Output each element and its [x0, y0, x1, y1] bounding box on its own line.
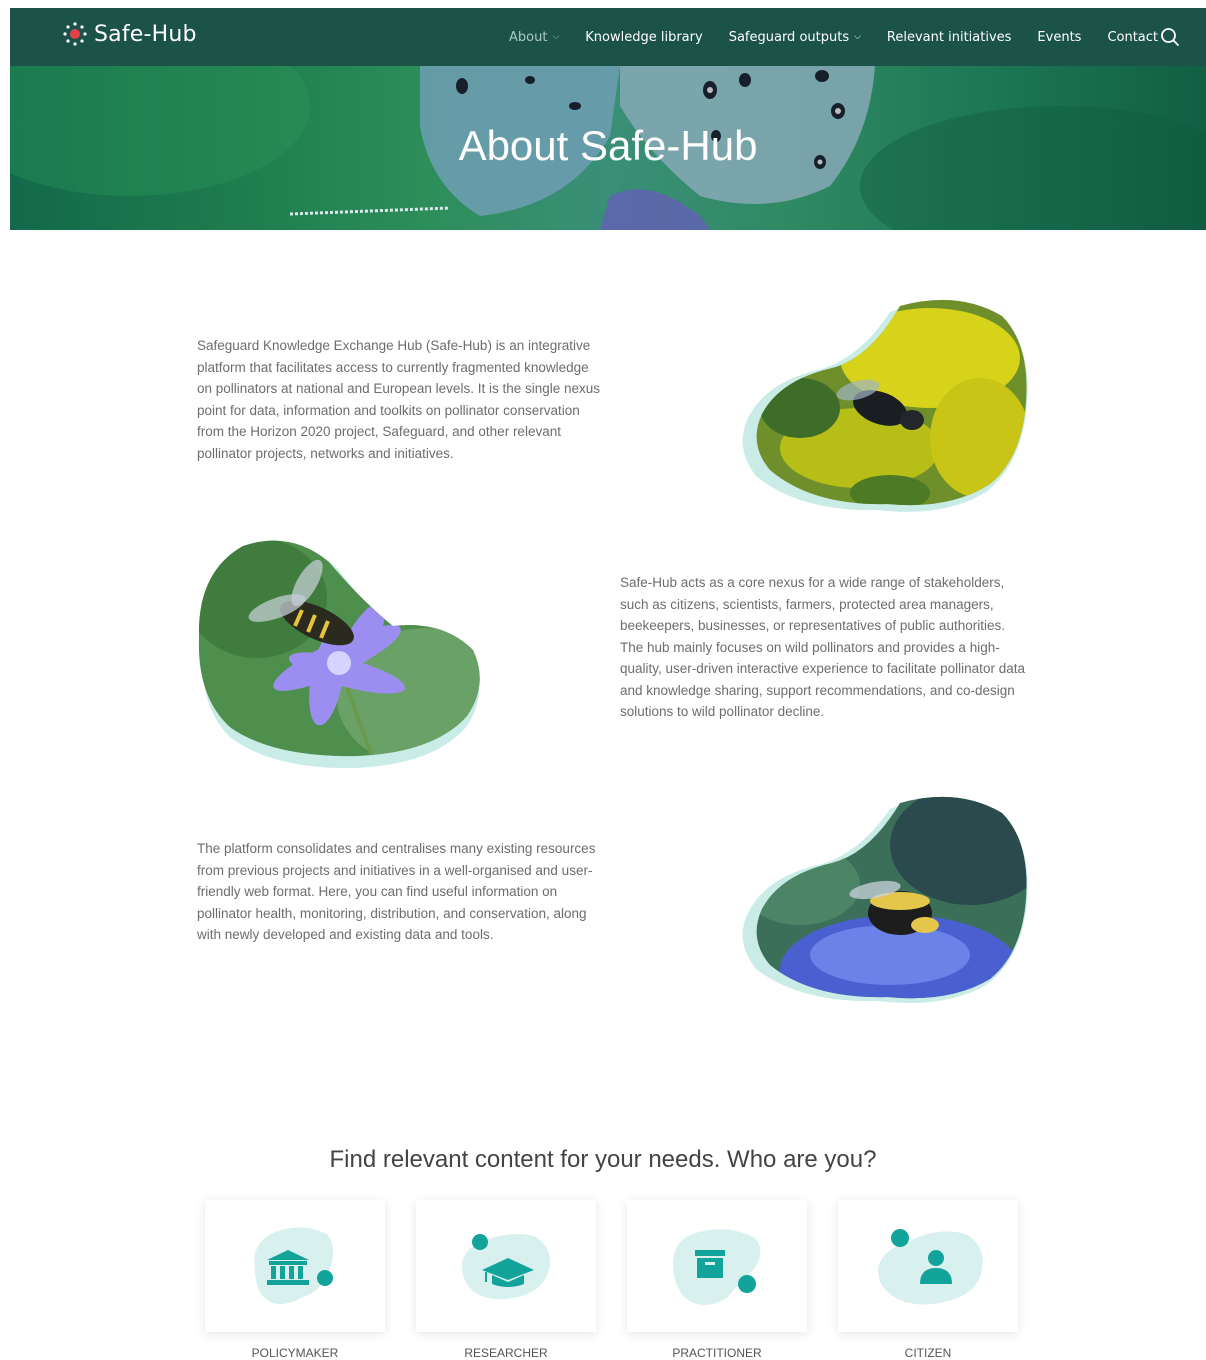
bee-on-yellow-flower-image: [742, 299, 1028, 512]
nav-label: Events: [1037, 29, 1082, 45]
graduation-cap-icon: [461, 1234, 551, 1300]
logo[interactable]: Safe-Hub: [62, 21, 197, 47]
nav-item-events[interactable]: Events: [1037, 30, 1081, 45]
logo-icon: [63, 22, 87, 46]
nav-label: Knowledge library: [585, 29, 703, 45]
page-title: About Safe-Hub: [458, 122, 758, 169]
audience-card-citizen[interactable]: [838, 1200, 1018, 1332]
archive-box-icon: [673, 1229, 761, 1305]
hero-banner: About Safe-Hub: [10, 66, 1206, 230]
logo-text: Safe-Hub: [94, 21, 197, 47]
nav-item-relevant-initiatives[interactable]: Relevant initiatives: [887, 30, 1012, 45]
chevron-down-icon: ⌵: [854, 32, 861, 42]
stakeholders-paragraph: Safe-Hub acts as a core nexus for a wide…: [620, 575, 1025, 719]
main-nav: About ⌵ Knowledge library Safeguard outp…: [509, 8, 1184, 66]
nav-label: About: [509, 29, 548, 45]
chevron-down-icon: ⌵: [552, 32, 560, 42]
audience-label-researcher[interactable]: RESEARCHER: [416, 1346, 596, 1360]
audience-label-citizen[interactable]: CITIZEN: [838, 1346, 1018, 1360]
site-header: Safe-Hub About ⌵ Knowledge library Safeg…: [10, 8, 1206, 66]
audience-card-researcher[interactable]: [416, 1200, 596, 1332]
nav-item-knowledge-library[interactable]: Knowledge library: [585, 30, 702, 45]
audience-section-title: Find relevant content for your needs. Wh…: [329, 1146, 877, 1173]
hoverfly-on-purple-flower-image: [198, 540, 480, 769]
audience-card-policymaker[interactable]: [205, 1200, 385, 1332]
intro-paragraph: Safeguard Knowledge Exchange Hub (Safe-H…: [197, 338, 601, 461]
nav-item-contact[interactable]: Contact: [1107, 30, 1158, 45]
bumblebee-on-blue-flower-image: [742, 796, 1028, 1003]
platform-paragraph: The platform consolidates and centralise…: [197, 841, 596, 942]
audience-label-policymaker[interactable]: POLICYMAKER: [205, 1346, 385, 1360]
audience-label-practitioner[interactable]: PRACTITIONER: [627, 1346, 807, 1360]
nav-item-safeguard-outputs[interactable]: Safeguard outputs ⌵: [729, 30, 861, 45]
nav-label: Relevant initiatives: [886, 29, 1012, 45]
nav-label: Safeguard outputs: [728, 29, 850, 45]
person-icon: [878, 1229, 983, 1305]
nav-label: Contact: [1107, 29, 1159, 45]
audience-card-practitioner[interactable]: [627, 1200, 807, 1332]
nav-item-about[interactable]: About ⌵: [509, 30, 559, 45]
search-icon[interactable]: [1160, 27, 1180, 47]
government-building-icon: [254, 1227, 334, 1305]
